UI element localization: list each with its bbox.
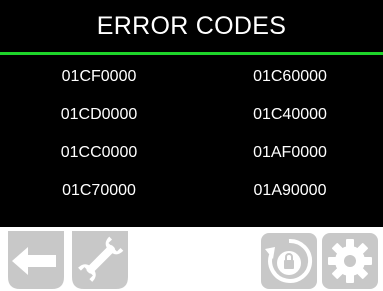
error-codes-panel: ERROR CODES 01CF0000 01C60000 01CD0000 0… bbox=[0, 0, 383, 227]
error-codes-screen: ERROR CODES 01CF0000 01C60000 01CD0000 0… bbox=[0, 0, 383, 291]
error-code: 01C60000 bbox=[253, 68, 327, 85]
error-code: 01CD0000 bbox=[60, 106, 138, 123]
bottom-toolbar bbox=[0, 227, 383, 291]
lock-reset-icon bbox=[261, 233, 317, 289]
title-divider bbox=[0, 52, 383, 55]
error-code-row: 01CD0000 01C40000 bbox=[0, 98, 383, 136]
error-code: 01C70000 bbox=[62, 182, 136, 199]
wrench-icon bbox=[72, 231, 128, 289]
back-button[interactable] bbox=[6, 231, 66, 289]
settings-button[interactable] bbox=[322, 233, 378, 289]
back-arrow-icon bbox=[8, 231, 64, 289]
error-code-row: 01CC0000 01AF0000 bbox=[0, 136, 383, 174]
lock-reset-button[interactable] bbox=[261, 233, 317, 289]
error-code: 01A90000 bbox=[253, 182, 327, 199]
error-code: 01C40000 bbox=[253, 106, 327, 123]
error-codes-list: 01CF0000 01C60000 01CD0000 01C40000 01CC… bbox=[0, 60, 383, 212]
error-code: 01AF0000 bbox=[253, 144, 327, 161]
error-code-row: 01C70000 01A90000 bbox=[0, 174, 383, 212]
gear-icon bbox=[322, 233, 378, 289]
error-code: 01CF0000 bbox=[61, 68, 137, 85]
error-code-row: 01CF0000 01C60000 bbox=[0, 60, 383, 98]
error-code: 01CC0000 bbox=[60, 144, 138, 161]
page-title: ERROR CODES bbox=[96, 12, 287, 40]
tools-button[interactable] bbox=[70, 231, 130, 289]
